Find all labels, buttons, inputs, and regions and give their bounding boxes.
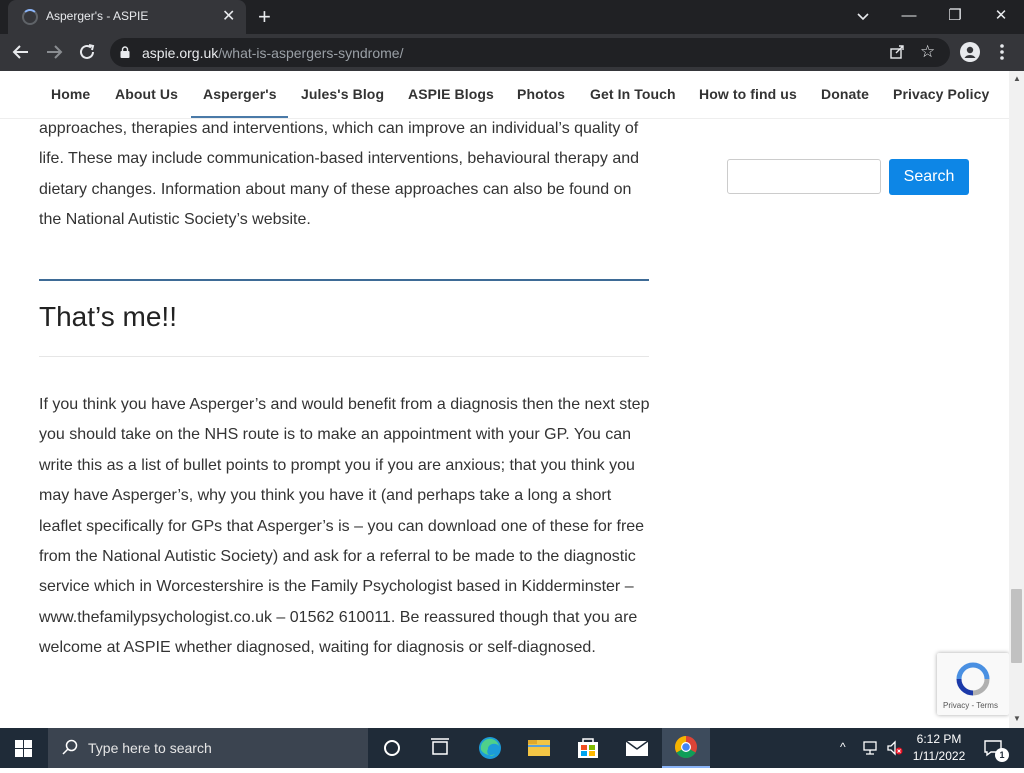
file-explorer-icon[interactable] xyxy=(515,728,563,768)
browser-tab-bar: Asperger's - ASPIE ✕ + — ❐ ✕ xyxy=(0,0,1024,34)
clock-time[interactable]: 6:12 PM xyxy=(900,732,978,746)
network-icon[interactable] xyxy=(862,740,880,756)
nav-photos[interactable]: Photos xyxy=(517,86,565,102)
lock-icon[interactable] xyxy=(120,46,130,58)
browser-tab[interactable]: Asperger's - ASPIE ✕ xyxy=(8,0,246,34)
site-navigation: Home About Us Asperger's Jules's Blog AS… xyxy=(0,71,1009,119)
scroll-up-arrow-icon[interactable]: ▲ xyxy=(1013,74,1021,83)
browser-toolbar: aspie.org.uk/what-is-aspergers-syndrome/… xyxy=(0,34,1024,71)
reload-icon[interactable] xyxy=(76,41,98,63)
microsoft-store-icon[interactable] xyxy=(564,728,612,768)
restore-button[interactable]: ❐ xyxy=(940,5,970,27)
section-divider xyxy=(39,279,649,281)
tray-chevron-up-icon[interactable]: ^ xyxy=(840,740,846,754)
nav-jules-blog[interactable]: Jules's Blog xyxy=(301,86,384,102)
taskbar-search-placeholder: Type here to search xyxy=(88,740,212,756)
windows-taskbar: Type here to search ^ 6:12 PM 1/11/2022 … xyxy=(0,728,1024,768)
tab-title: Asperger's - ASPIE xyxy=(46,9,149,23)
profile-avatar-icon[interactable] xyxy=(960,42,980,62)
nav-about-us[interactable]: About Us xyxy=(115,86,178,102)
kebab-menu-icon[interactable] xyxy=(997,42,1007,62)
section-heading: That’s me!! xyxy=(39,301,177,332)
share-icon[interactable] xyxy=(889,44,905,60)
taskbar-search-box[interactable]: Type here to search xyxy=(48,728,368,768)
back-arrow-icon[interactable] xyxy=(10,41,32,63)
nav-home[interactable]: Home xyxy=(51,86,90,102)
clock-date[interactable]: 1/11/2022 xyxy=(900,749,978,763)
minimize-button[interactable]: — xyxy=(894,5,924,27)
notification-count-badge: 1 xyxy=(995,748,1009,762)
nav-aspergers[interactable]: Asperger's xyxy=(203,86,277,102)
forward-arrow-icon[interactable] xyxy=(43,41,65,63)
intro-paragraph: approaches, therapies and interventions,… xyxy=(39,120,640,229)
sidebar-search-input[interactable] xyxy=(727,159,881,194)
page-scrollbar[interactable]: ▲ ▼ xyxy=(1009,71,1024,728)
web-page: Home About Us Asperger's Jules's Blog AS… xyxy=(0,71,1009,728)
new-tab-button[interactable]: + xyxy=(258,4,271,30)
chrome-browser-icon[interactable] xyxy=(662,728,710,768)
scroll-down-arrow-icon[interactable]: ▼ xyxy=(1013,714,1021,723)
mail-icon[interactable] xyxy=(613,728,661,768)
bookmark-star-icon[interactable]: ☆ xyxy=(920,42,935,62)
scrollbar-thumb[interactable] xyxy=(1011,589,1022,663)
address-bar[interactable]: aspie.org.uk/what-is-aspergers-syndrome/… xyxy=(110,38,950,67)
search-button[interactable]: Search xyxy=(889,159,969,195)
body-paragraph: If you think you have Asperger’s and wou… xyxy=(39,396,650,657)
nav-privacy-policy[interactable]: Privacy Policy xyxy=(893,86,989,102)
recaptcha-badge[interactable]: Privacy - Terms xyxy=(937,653,1009,715)
loading-favicon-icon xyxy=(22,9,38,25)
edge-browser-icon[interactable] xyxy=(466,728,514,768)
tab-close-icon[interactable]: ✕ xyxy=(222,7,235,27)
task-view-icon[interactable] xyxy=(416,728,464,768)
windows-start-icon[interactable] xyxy=(15,740,32,757)
nav-how-to-find-us[interactable]: How to find us xyxy=(699,86,797,102)
task-view-cortana-icon[interactable] xyxy=(368,728,416,768)
nav-aspie-blogs[interactable]: ASPIE Blogs xyxy=(408,86,494,102)
recaptcha-logo-icon xyxy=(956,662,990,696)
close-window-button[interactable]: ✕ xyxy=(986,5,1016,27)
recaptcha-privacy-terms[interactable]: Privacy - Terms xyxy=(943,701,998,710)
url-text[interactable]: aspie.org.uk/what-is-aspergers-syndrome/ xyxy=(142,45,403,61)
search-icon xyxy=(62,739,78,755)
nav-get-in-touch[interactable]: Get In Touch xyxy=(590,86,676,102)
tab-search-chevron-icon[interactable] xyxy=(855,8,871,24)
nav-donate[interactable]: Donate xyxy=(821,86,869,102)
heading-divider xyxy=(39,356,649,357)
